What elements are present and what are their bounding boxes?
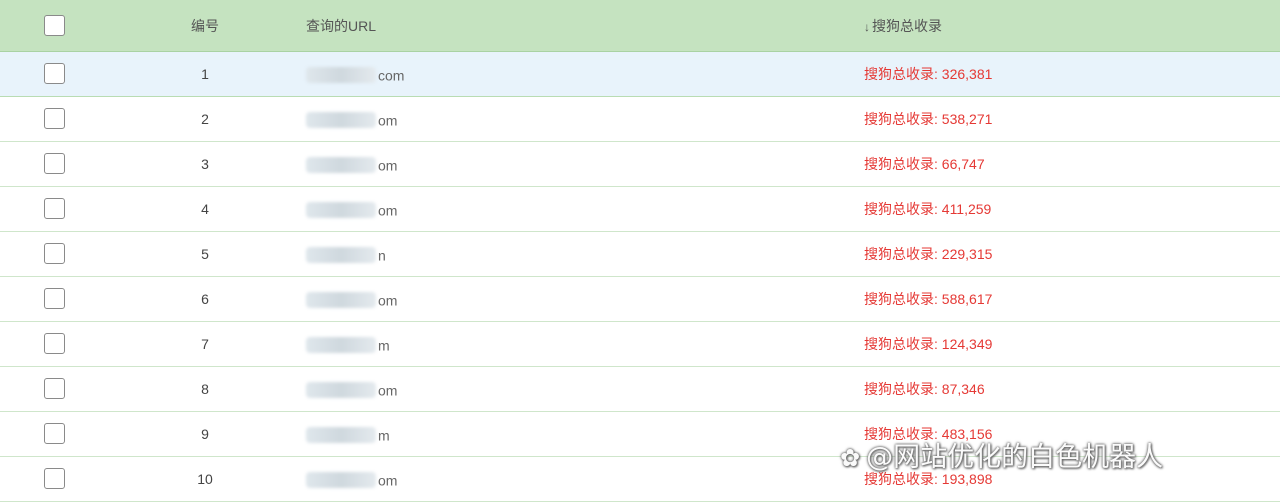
row-sogou-count: 搜狗总收录: 124,349	[864, 336, 993, 352]
row-number: 6	[201, 291, 209, 307]
table-row[interactable]: 6 om 搜狗总收录: 588,617	[0, 277, 1280, 322]
row-number: 5	[201, 246, 209, 262]
row-url[interactable]: om	[306, 289, 397, 310]
row-checkbox[interactable]	[44, 288, 65, 309]
table-header: 编号 查询的URL ↓ 搜狗总收录	[0, 0, 1280, 52]
row-url-suffix: om	[378, 157, 398, 174]
row-number: 10	[197, 471, 213, 487]
row-number: 9	[201, 426, 209, 442]
row-url-suffix: om	[378, 112, 398, 129]
row-checkbox[interactable]	[44, 243, 65, 264]
redacted-url-blur	[306, 202, 376, 219]
row-url[interactable]: m	[306, 334, 390, 355]
row-number: 1	[201, 66, 209, 82]
results-table: 编号 查询的URL ↓ 搜狗总收录 1 com 搜狗总收录: 326,381 2 om 搜狗…	[0, 0, 1280, 502]
redacted-url-blur	[306, 427, 376, 444]
row-checkbox[interactable]	[44, 108, 65, 129]
header-sogou-count-label: 搜狗总收录	[872, 18, 942, 34]
redacted-url-blur	[306, 247, 376, 264]
table-row[interactable]: 1 com 搜狗总收录: 326,381	[0, 52, 1280, 97]
redacted-url-blur	[306, 382, 376, 399]
redacted-url-blur	[306, 337, 376, 354]
row-checkbox[interactable]	[44, 423, 65, 444]
table-row[interactable]: 7 m 搜狗总收录: 124,349	[0, 322, 1280, 367]
row-sogou-count: 搜狗总收录: 326,381	[864, 66, 993, 82]
row-url[interactable]: om	[306, 469, 397, 490]
row-number: 3	[201, 156, 209, 172]
row-url-suffix: om	[378, 292, 398, 309]
row-url[interactable]: om	[306, 199, 397, 220]
header-number[interactable]: 编号	[180, 16, 230, 36]
toutiao-icon: ✿	[840, 444, 861, 472]
row-sogou-count: 搜狗总收录: 538,271	[864, 111, 993, 127]
row-number: 2	[201, 111, 209, 127]
row-url[interactable]: om	[306, 109, 397, 130]
row-url-suffix: m	[378, 337, 390, 354]
row-url-suffix: om	[378, 202, 398, 219]
row-sogou-count: 搜狗总收录: 411,259	[864, 201, 992, 217]
row-url-suffix: om	[378, 382, 398, 399]
watermark: ✿ @网站优化的白色机器人	[840, 440, 1163, 476]
row-checkbox[interactable]	[44, 468, 65, 489]
row-url-suffix: n	[378, 247, 386, 264]
row-url[interactable]: m	[306, 424, 390, 445]
redacted-url-blur	[306, 157, 376, 174]
redacted-url-blur	[306, 67, 376, 84]
row-checkbox[interactable]	[44, 153, 65, 174]
redacted-url-blur	[306, 292, 376, 309]
row-url[interactable]: om	[306, 379, 397, 400]
table-row[interactable]: 4 om 搜狗总收录: 411,259	[0, 187, 1280, 232]
row-checkbox[interactable]	[44, 198, 65, 219]
row-checkbox[interactable]	[44, 378, 65, 399]
row-number: 7	[201, 336, 209, 352]
redacted-url-blur	[306, 472, 376, 489]
redacted-url-blur	[306, 112, 376, 129]
row-number: 8	[201, 381, 209, 397]
row-sogou-count: 搜狗总收录: 229,315	[864, 246, 993, 262]
table-row[interactable]: 2 om 搜狗总收录: 538,271	[0, 97, 1280, 142]
select-all-checkbox[interactable]	[44, 15, 65, 36]
row-sogou-count: 搜狗总收录: 66,747	[864, 156, 985, 172]
row-number: 4	[201, 201, 209, 217]
row-url[interactable]: com	[306, 64, 404, 85]
row-url[interactable]: n	[306, 244, 386, 265]
row-url-suffix: com	[378, 67, 405, 84]
row-sogou-count: 搜狗总收录: 588,617	[864, 291, 993, 307]
header-url[interactable]: 查询的URL	[306, 16, 376, 36]
row-checkbox[interactable]	[44, 333, 65, 354]
table-row[interactable]: 3 om 搜狗总收录: 66,747	[0, 142, 1280, 187]
row-sogou-count: 搜狗总收录: 87,346	[864, 381, 985, 397]
table-row[interactable]: 8 om 搜狗总收录: 87,346	[0, 367, 1280, 412]
header-sogou-count[interactable]: ↓ 搜狗总收录	[864, 16, 942, 37]
row-url-suffix: om	[378, 472, 398, 489]
table-row[interactable]: 5 n 搜狗总收录: 229,315	[0, 232, 1280, 277]
sort-down-icon[interactable]: ↓	[864, 17, 870, 37]
row-url[interactable]: om	[306, 154, 397, 175]
watermark-text: @网站优化的白色机器人	[866, 442, 1164, 473]
row-checkbox[interactable]	[44, 63, 65, 84]
row-url-suffix: m	[378, 427, 390, 444]
